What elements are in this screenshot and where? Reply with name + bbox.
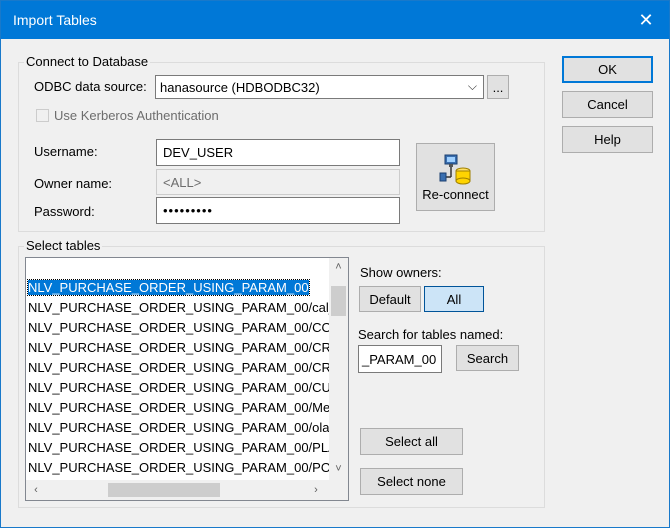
horizontal-scroll-thumb[interactable]	[108, 483, 220, 497]
tables-list[interactable]: NLV_PURCHASE_ORDER_USING_PARAM_00 NLV_PU…	[25, 257, 349, 501]
horizontal-scrollbar[interactable]: ‹ ›	[26, 480, 348, 500]
odbc-selected-value: hanasource (HDBODBC32)	[160, 79, 320, 95]
kerberos-label: Use Kerberos Authentication	[54, 108, 219, 123]
search-input[interactable]: _PARAM_00	[358, 345, 442, 373]
scroll-right-icon[interactable]: ›	[306, 480, 326, 500]
owner-name-label: Owner name:	[34, 176, 113, 191]
scroll-up-icon[interactable]: ˄	[329, 258, 348, 276]
reconnect-label: Re-connect	[422, 186, 489, 202]
select-none-button[interactable]: Select none	[360, 468, 463, 495]
list-item[interactable]: NLV_PURCHASE_ORDER_USING_PARAM_00/CRE	[28, 338, 340, 358]
owner-name-field: <ALL>	[156, 169, 400, 195]
window-title: Import Tables	[13, 12, 97, 28]
vertical-scrollbar[interactable]: ˄ ˅	[329, 258, 348, 480]
odbc-label: ODBC data source:	[34, 79, 147, 94]
title-bar: Import Tables ✕	[1, 1, 669, 39]
cancel-button[interactable]: Cancel	[562, 91, 653, 118]
password-field[interactable]: •••••••••	[156, 197, 400, 224]
list-item[interactable]: NLV_PURCHASE_ORDER_USING_PARAM_00/cal_	[28, 298, 336, 318]
list-item[interactable]: NLV_PURCHASE_ORDER_USING_PARAM_00	[27, 278, 310, 298]
show-owners-label: Show owners:	[360, 265, 442, 280]
list-item[interactable]: NLV_PURCHASE_ORDER_USING_PARAM_00/CON	[28, 318, 341, 338]
chevron-down-icon: ⌵	[467, 79, 477, 93]
search-button[interactable]: Search	[456, 345, 519, 371]
list-item[interactable]: NLV_PURCHASE_ORDER_USING_PARAM_00/PLAI	[28, 438, 340, 458]
select-tables-group-label: Select tables	[24, 238, 103, 253]
username-field[interactable]: DEV_USER	[156, 139, 400, 166]
list-item[interactable]: NLV_PURCHASE_ORDER_USING_PARAM_00/CUR	[28, 378, 340, 398]
list-item[interactable]: NLV_PURCHASE_ORDER_USING_PARAM_00/CRE	[28, 358, 340, 378]
scroll-down-icon[interactable]: ˅	[329, 460, 348, 478]
database-connect-icon	[439, 154, 470, 184]
list-item[interactable]: NLV_PURCHASE_ORDER_USING_PARAM_00/olap	[28, 418, 337, 438]
import-tables-dialog: Import Tables ✕ Connect to Database ODBC…	[0, 0, 670, 528]
browse-button[interactable]: ...	[487, 75, 509, 99]
close-icon[interactable]: ✕	[623, 1, 669, 39]
connect-group-label: Connect to Database	[24, 54, 151, 69]
kerberos-checkbox[interactable]	[36, 109, 49, 122]
username-label: Username:	[34, 144, 98, 159]
vertical-scroll-thumb[interactable]	[331, 286, 346, 316]
all-owners-button[interactable]: All	[424, 286, 484, 312]
default-owners-button[interactable]: Default	[359, 286, 421, 312]
list-item[interactable]: NLV_PURCHASE_ORDER_USING_PARAM_00/PO_	[28, 458, 338, 478]
list-item[interactable]: NLV_PURCHASE_ORDER_USING_PARAM_00/Mea	[28, 398, 337, 418]
ok-button[interactable]: OK	[562, 56, 653, 83]
password-label: Password:	[34, 204, 95, 219]
scroll-left-icon[interactable]: ‹	[26, 480, 46, 500]
help-button[interactable]: Help	[562, 126, 653, 153]
odbc-data-source-select[interactable]: hanasource (HDBODBC32) ⌵	[155, 75, 484, 99]
select-all-button[interactable]: Select all	[360, 428, 463, 455]
search-label: Search for tables named:	[358, 327, 504, 342]
reconnect-button[interactable]: Re-connect	[416, 143, 495, 211]
